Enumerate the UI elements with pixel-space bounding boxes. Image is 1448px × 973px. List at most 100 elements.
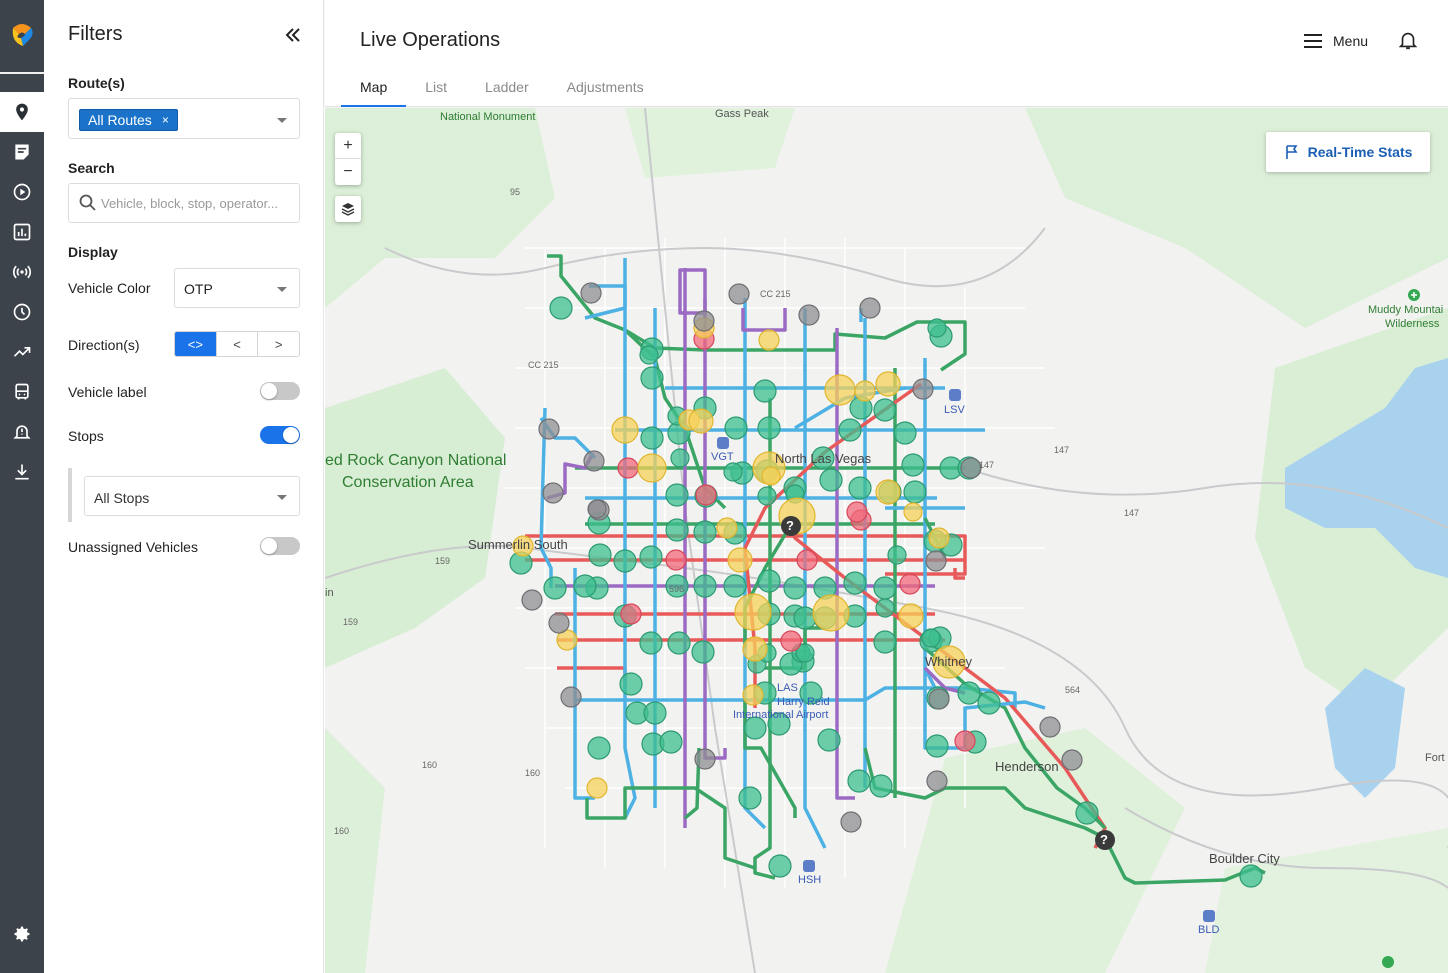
search-icon — [79, 194, 96, 211]
search-label: Search — [68, 160, 115, 176]
clock-icon — [13, 303, 31, 321]
realtime-stats-button[interactable]: Real-Time Stats — [1266, 132, 1430, 172]
nav-playback[interactable] — [0, 172, 44, 212]
tab-adjustments[interactable]: Adjustments — [548, 68, 663, 106]
nav-broadcast[interactable] — [0, 252, 44, 292]
trending-icon — [13, 347, 31, 357]
broadcast-icon — [12, 265, 32, 279]
chip-remove-icon[interactable]: × — [162, 110, 169, 130]
tab-list[interactable]: List — [406, 68, 466, 106]
map-pin-icon — [16, 103, 28, 121]
nav-vehicles[interactable] — [0, 372, 44, 412]
routes-label: Route(s) — [68, 75, 125, 91]
map-label: Muddy Mountai — [1368, 304, 1444, 316]
road-label: 147 — [1124, 508, 1140, 518]
chevron-down-icon — [277, 118, 287, 123]
map-label: North Las Vegas — [775, 451, 872, 466]
menu-label: Menu — [1333, 33, 1369, 49]
nav-settings[interactable] — [0, 914, 44, 954]
road-label: 95 — [510, 187, 521, 197]
notifications-bell-icon[interactable] — [1397, 29, 1419, 51]
map-label: Gass Peak — [715, 108, 769, 120]
map-label: Boulder City — [1209, 851, 1280, 866]
filters-panel: Filters Route(s) All Routes × Search Veh… — [44, 0, 324, 973]
stops-select-value: All Stops — [94, 490, 150, 506]
bar-chart-icon — [13, 223, 31, 241]
nav-notes[interactable] — [0, 132, 44, 172]
map-label: Whitney — [925, 654, 972, 669]
direction-toggle-group: <> < > — [174, 331, 300, 357]
direction-label: Direction(s) — [68, 337, 140, 353]
map-label: HSH — [798, 874, 822, 886]
nav-reports[interactable] — [0, 212, 44, 252]
direction-forward-button[interactable]: > — [257, 332, 299, 356]
road-label: CC 215 — [760, 289, 791, 299]
play-circle-icon — [13, 183, 31, 201]
map-label: LSV — [944, 404, 965, 416]
routes-select[interactable]: All Routes × — [68, 98, 300, 139]
direction-both-button[interactable]: <> — [175, 332, 216, 356]
unassigned-vehicle-marker[interactable]: ? — [786, 518, 794, 533]
map-label: Wilderness — [1385, 318, 1440, 330]
hamburger-icon — [1304, 34, 1322, 48]
nav-alerts[interactable] — [0, 412, 44, 452]
vehicle-color-value: OTP — [184, 281, 213, 297]
map-label: Fort — [1425, 752, 1445, 764]
route-chip-label: All Routes — [88, 112, 152, 128]
unassigned-toggle[interactable] — [260, 537, 300, 555]
map-label: LAS — [777, 682, 798, 694]
nav-map[interactable] — [0, 92, 44, 132]
search-placeholder: Vehicle, block, stop, operator... — [101, 196, 279, 211]
tab-ladder[interactable]: Ladder — [466, 68, 548, 106]
layers-button[interactable] — [335, 196, 361, 222]
road-label: 160 — [525, 768, 541, 778]
chevron-down-icon — [277, 495, 287, 500]
unassigned-label: Unassigned Vehicles — [68, 539, 198, 555]
road-label: 159 — [343, 617, 359, 627]
road-label: 159 — [435, 556, 451, 566]
map-label: Conservation Area — [342, 474, 474, 491]
stops-select[interactable]: All Stops — [84, 476, 300, 516]
vehicle-color-select[interactable]: OTP — [174, 268, 300, 308]
stops-toggle[interactable] — [260, 426, 300, 444]
notes-icon — [15, 144, 29, 160]
map-label: BLD — [1198, 924, 1220, 936]
live-map[interactable]: ? ? National Monument Gass Peak Muddy Mo… — [325, 108, 1448, 973]
menu-button[interactable]: Menu — [1303, 30, 1368, 52]
live-operations-app: Filters Route(s) All Routes × Search Veh… — [0, 0, 1448, 973]
direction-back-button[interactable]: < — [215, 332, 258, 356]
view-tabs: Map List Ladder Adjustments — [341, 68, 663, 107]
map-label: Henderson — [995, 759, 1059, 774]
nav-trends[interactable] — [0, 332, 44, 372]
realtime-stats-label: Real-Time Stats — [1307, 144, 1413, 160]
bus-icon — [15, 383, 29, 400]
zoom-out-button[interactable]: − — [335, 159, 361, 185]
stops-indent-bar — [68, 468, 72, 522]
zoom-in-button[interactable]: + — [335, 133, 361, 159]
road-label: 147 — [979, 460, 995, 470]
collapse-panel-icon[interactable] — [282, 24, 304, 46]
layers-icon — [341, 203, 355, 216]
vehicle-color-label: Vehicle Color — [68, 280, 151, 296]
unassigned-vehicle-marker[interactable]: ? — [1100, 832, 1108, 847]
map-label: VGT — [711, 451, 734, 463]
flag-icon — [1285, 145, 1298, 159]
nav-download[interactable] — [0, 452, 44, 492]
logo-icon — [12, 24, 33, 46]
search-input[interactable]: Vehicle, block, stop, operator... — [68, 183, 300, 223]
map-label: Summerlin South — [468, 537, 568, 552]
nav-history[interactable] — [0, 292, 44, 332]
map-label: Harry Reid — [777, 696, 830, 708]
filters-title: Filters — [68, 23, 123, 45]
road-label: CC 215 — [528, 360, 559, 370]
vehicle-label-toggle[interactable] — [260, 382, 300, 400]
display-label: Display — [68, 244, 118, 260]
app-logo[interactable] — [0, 0, 44, 74]
road-label: 160 — [422, 760, 438, 770]
tab-map[interactable]: Map — [341, 68, 407, 107]
alert-bell-icon — [13, 425, 31, 439]
road-label: 596 — [669, 584, 685, 594]
road-label: 564 — [1065, 685, 1081, 695]
route-chip: All Routes × — [79, 109, 178, 131]
gear-icon — [14, 926, 30, 942]
